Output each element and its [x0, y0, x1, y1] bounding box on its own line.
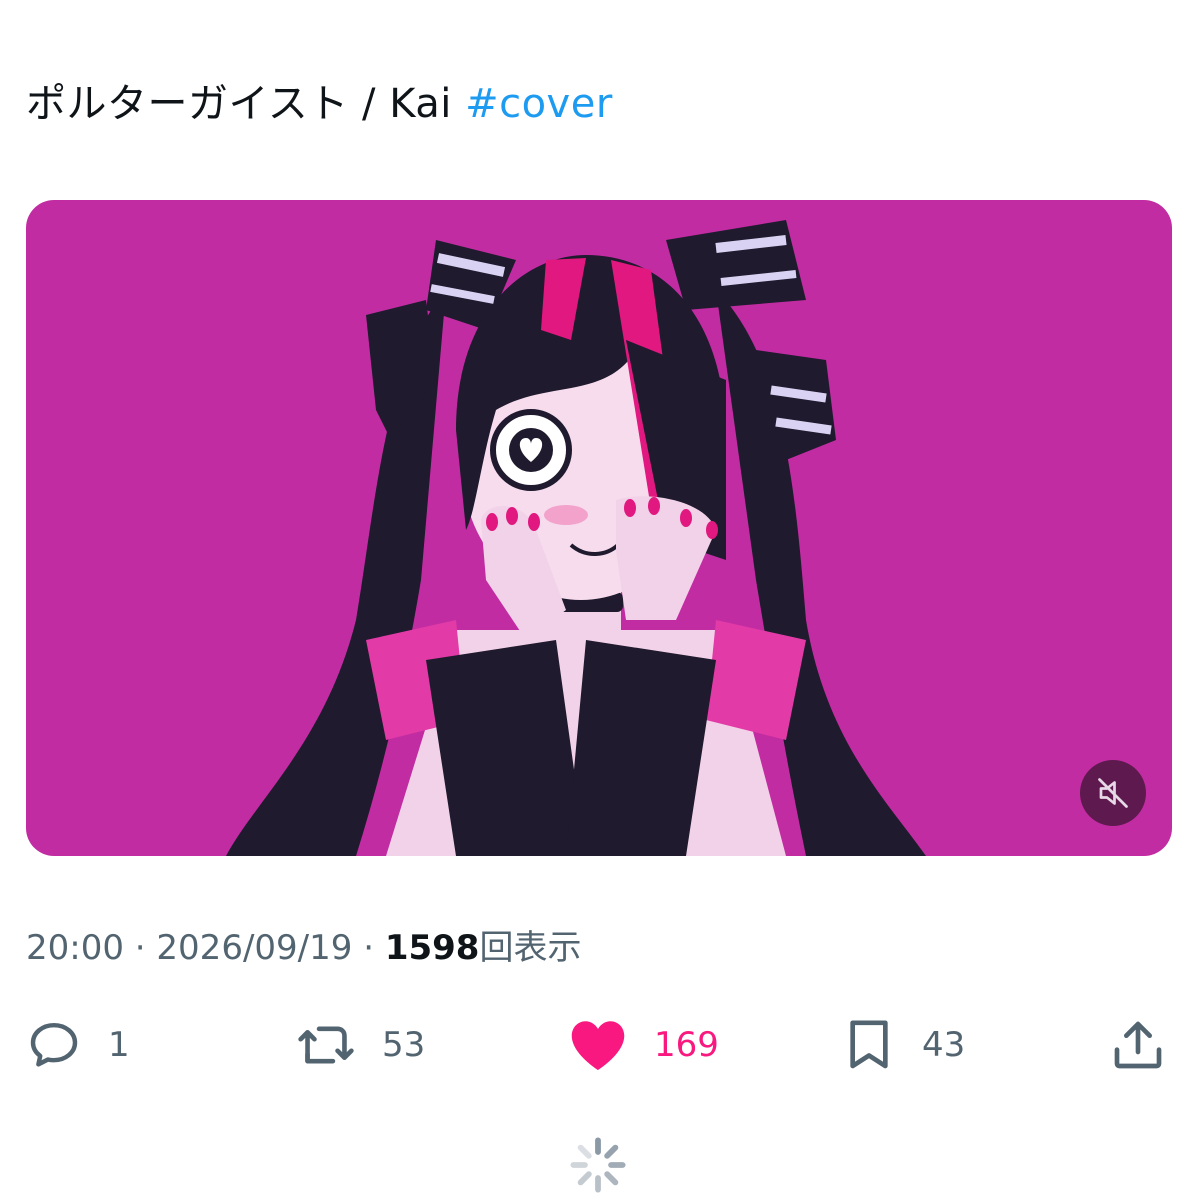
retweet-button[interactable]: 53: [296, 1010, 425, 1080]
bookmark-button[interactable]: 43: [842, 1010, 965, 1080]
tweet-date[interactable]: 2026/09/19: [156, 928, 352, 968]
bookmark-count: 43: [922, 1025, 966, 1065]
bookmark-icon: [850, 1020, 888, 1069]
reply-button[interactable]: 1: [26, 1010, 130, 1080]
reply-count: 1: [108, 1025, 130, 1065]
video-player[interactable]: [26, 200, 1172, 856]
like-count: 169: [654, 1025, 719, 1065]
tweet-text: ポルターガイスト / Kai #cover: [26, 76, 613, 132]
share-icon: [1114, 1021, 1162, 1069]
meta-separator: ·: [352, 928, 385, 968]
video-frame-illustration: [26, 200, 1172, 856]
reply-icon: [30, 1022, 78, 1067]
loading-spinner-icon: [570, 1137, 626, 1193]
share-button[interactable]: [1110, 1010, 1166, 1080]
retweet-icon: [298, 1026, 354, 1064]
heart-icon: [571, 1021, 625, 1070]
like-button[interactable]: 169: [568, 1010, 719, 1080]
view-count: 1598: [384, 928, 480, 968]
tweet-metadata: 20:00 · 2026/09/19 · 1598回表示: [26, 922, 581, 974]
meta-separator: ·: [123, 928, 157, 968]
retweet-count: 53: [382, 1025, 426, 1065]
tweet-time[interactable]: 20:00: [26, 928, 124, 968]
mute-speaker-icon: [1098, 778, 1128, 808]
hashtag-link[interactable]: #cover: [465, 81, 613, 127]
mute-button[interactable]: [1080, 760, 1146, 826]
tweet-body-text: ポルターガイスト / Kai: [26, 81, 466, 127]
action-bar: 1 53 169 43: [0, 1010, 1198, 1080]
view-label: 回表示: [479, 928, 582, 968]
